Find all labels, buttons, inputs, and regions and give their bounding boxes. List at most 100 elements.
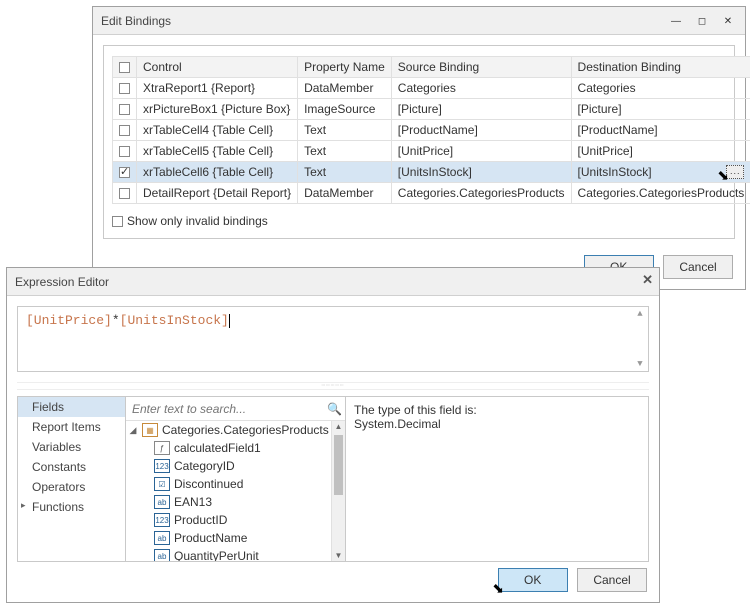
bindings-table: Control Property Name Source Binding Des… (112, 56, 750, 204)
tree-root[interactable]: ◢ ▦ Categories.CategoriesProducts (126, 421, 345, 439)
col-checkbox[interactable] (113, 57, 137, 78)
cell-source[interactable]: Categories.CategoriesProducts (391, 183, 571, 204)
cell-destination[interactable]: [ProductName] (571, 120, 750, 141)
cell-destination[interactable]: [UnitPrice] (571, 141, 750, 162)
scroll-up-icon[interactable]: ▲ (637, 309, 642, 319)
cell-destination[interactable]: [Picture] (571, 99, 750, 120)
row-checkbox[interactable] (113, 183, 137, 204)
cell-property[interactable]: Text (298, 141, 392, 162)
col-source[interactable]: Source Binding (391, 57, 571, 78)
close-icon[interactable]: ✕ (642, 272, 653, 288)
bindings-group: Control Property Name Source Binding Des… (103, 45, 735, 239)
dialog-title: Expression Editor (15, 275, 109, 289)
expression-input[interactable]: [UnitPrice]*[UnitsInStock] ▲ ▼ (17, 306, 649, 372)
fields-tree-pane: 🔍 ◢ ▦ Categories.CategoriesProducts ƒcal… (126, 397, 346, 561)
category-item[interactable]: Constants (18, 457, 125, 477)
table-row[interactable]: XtraReport1 {Report}DataMemberCategories… (113, 78, 750, 99)
row-checkbox[interactable] (113, 162, 137, 183)
string-icon: ab (154, 531, 170, 545)
cell-property[interactable]: DataMember (298, 78, 392, 99)
search-row: 🔍 (126, 397, 345, 421)
string-icon: ab (154, 549, 170, 561)
show-invalid-row: Show only invalid bindings (112, 214, 726, 228)
three-pane-area: FieldsReport ItemsVariablesConstantsOper… (17, 396, 649, 562)
tree-item[interactable]: 123 CategoryID (126, 457, 345, 475)
category-item[interactable]: Variables (18, 437, 125, 457)
cell-control[interactable]: xrTableCell4 {Table Cell} (137, 120, 298, 141)
table-row[interactable]: xrPictureBox1 {Picture Box}ImageSource[P… (113, 99, 750, 120)
number-icon: 123 (154, 459, 170, 473)
cell-control[interactable]: XtraReport1 {Report} (137, 78, 298, 99)
cell-source[interactable]: [ProductName] (391, 120, 571, 141)
tree-item[interactable]: ƒcalculatedField1 (126, 439, 345, 457)
fields-tree[interactable]: ◢ ▦ Categories.CategoriesProducts ƒcalcu… (126, 421, 345, 561)
expression-editor-dialog: Expression Editor ✕ [UnitPrice]*[UnitsIn… (6, 267, 660, 603)
row-checkbox[interactable] (113, 120, 137, 141)
category-item[interactable]: Report Items (18, 417, 125, 437)
table-row[interactable]: xrTableCell6 {Table Cell}Text[UnitsInSto… (113, 162, 750, 183)
cell-control[interactable]: xrTableCell5 {Table Cell} (137, 141, 298, 162)
table-row[interactable]: xrTableCell5 {Table Cell}Text[UnitPrice]… (113, 141, 750, 162)
tree-item-label: QuantityPerUnit (174, 549, 259, 561)
tree-item[interactable]: ab QuantityPerUnit (126, 547, 345, 561)
tree-item[interactable]: ☑Discontinued (126, 475, 345, 493)
collapse-icon[interactable]: ◢ (128, 425, 138, 436)
scroll-down-icon[interactable]: ▼ (637, 359, 642, 369)
cell-property[interactable]: Text (298, 162, 392, 183)
cell-destination[interactable]: Categories (571, 78, 750, 99)
ellipsis-button[interactable]: ... (726, 165, 744, 179)
maximize-button[interactable]: ◻ (689, 11, 715, 31)
edit-bindings-titlebar: Edit Bindings — ◻ ✕ (93, 7, 745, 35)
cell-source[interactable]: Categories (391, 78, 571, 99)
row-checkbox[interactable] (113, 99, 137, 120)
category-item[interactable]: Fields (18, 397, 125, 417)
col-control[interactable]: Control (137, 57, 298, 78)
ok-button[interactable]: OK (498, 568, 568, 592)
col-property[interactable]: Property Name (298, 57, 392, 78)
string-icon: ab (154, 495, 170, 509)
cell-property[interactable]: Text (298, 120, 392, 141)
cell-source[interactable]: [UnitsInStock] (391, 162, 571, 183)
cancel-button[interactable]: Cancel (663, 255, 733, 279)
minimize-button[interactable]: — (663, 11, 689, 31)
cell-control[interactable]: DetailReport {Detail Report} (137, 183, 298, 204)
cell-property[interactable]: ImageSource (298, 99, 392, 120)
cell-source[interactable]: [UnitPrice] (391, 141, 571, 162)
cell-property[interactable]: DataMember (298, 183, 392, 204)
table-row[interactable]: DetailReport {Detail Report}DataMemberCa… (113, 183, 750, 204)
category-pane: FieldsReport ItemsVariablesConstantsOper… (18, 397, 126, 561)
show-invalid-label: Show only invalid bindings (127, 214, 268, 228)
splitter[interactable]: ┄┄┄┄┄ (17, 382, 649, 390)
cell-control[interactable]: xrPictureBox1 {Picture Box} (137, 99, 298, 120)
col-destination[interactable]: Destination Binding (571, 57, 750, 78)
show-invalid-checkbox[interactable] (112, 216, 123, 227)
tree-item[interactable]: abProductName (126, 529, 345, 547)
category-item[interactable]: Functions (18, 497, 125, 517)
scrollbar[interactable] (331, 421, 345, 561)
search-icon[interactable]: 🔍 (327, 402, 341, 416)
cell-destination[interactable]: [UnitsInStock]... (571, 162, 750, 183)
tree-item-label: EAN13 (174, 495, 212, 509)
edit-bindings-dialog: Edit Bindings — ◻ ✕ Control Property Nam… (92, 6, 746, 290)
category-item[interactable]: Operators (18, 477, 125, 497)
table-icon: ▦ (142, 423, 158, 437)
search-input[interactable] (130, 401, 323, 417)
tree-item-label: ProductID (174, 513, 227, 527)
caret-icon (229, 314, 230, 328)
cell-control[interactable]: xrTableCell6 {Table Cell} (137, 162, 298, 183)
cell-source[interactable]: [Picture] (391, 99, 571, 120)
cell-destination[interactable]: Categories.CategoriesProducts (571, 183, 750, 204)
table-row[interactable]: xrTableCell4 {Table Cell}Text[ProductNam… (113, 120, 750, 141)
tree-item-label: CategoryID (174, 459, 235, 473)
close-button[interactable]: ✕ (715, 11, 741, 31)
function-icon: ƒ (154, 441, 170, 455)
tree-item[interactable]: 123 ProductID (126, 511, 345, 529)
row-checkbox[interactable] (113, 141, 137, 162)
expression-token: [UnitPrice] (26, 313, 112, 328)
row-checkbox[interactable] (113, 78, 137, 99)
number-icon: 123 (154, 513, 170, 527)
cancel-button[interactable]: Cancel (577, 568, 647, 592)
expression-editor-titlebar: Expression Editor ✕ (7, 268, 659, 296)
scrollbar[interactable]: ▲ ▼ (634, 309, 646, 369)
tree-item[interactable]: ab EAN13 (126, 493, 345, 511)
